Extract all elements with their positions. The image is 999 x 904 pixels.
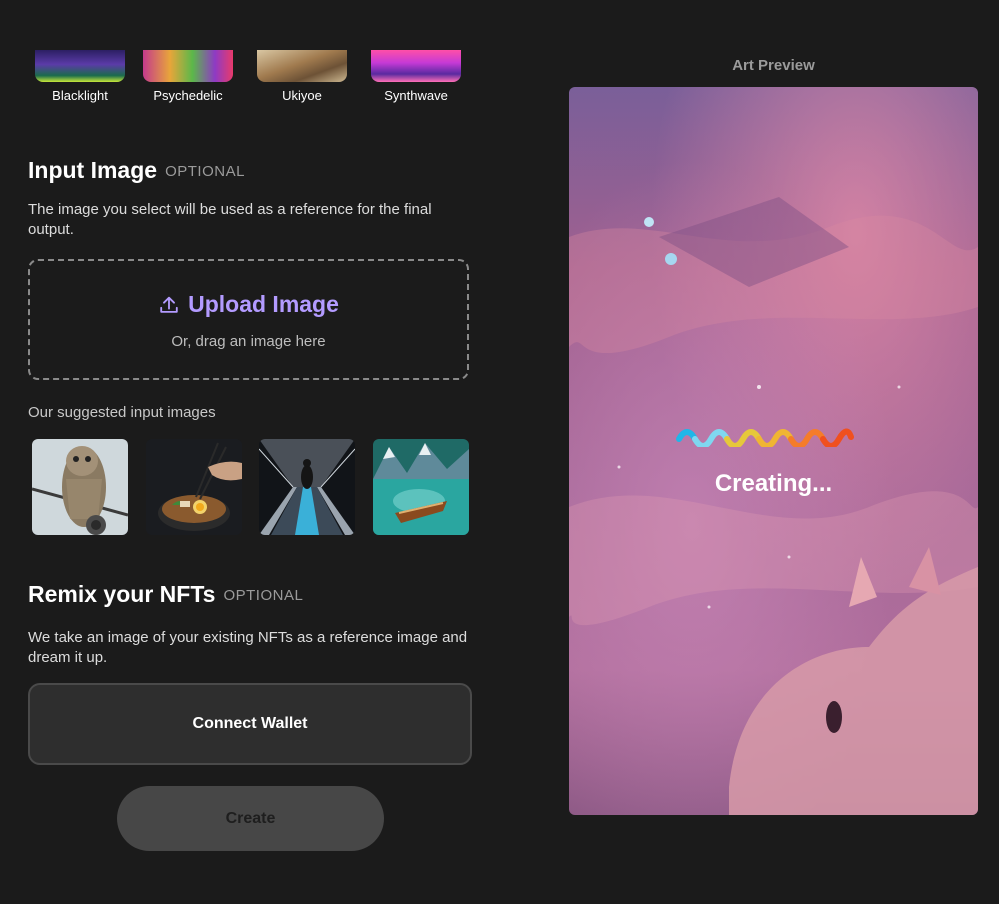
- style-option-psychedelic[interactable]: Psychedelic: [140, 50, 236, 103]
- input-image-heading: Input Image OPTIONAL: [28, 157, 245, 184]
- style-label: Ukiyoe: [282, 88, 322, 103]
- input-image-title: Input Image: [28, 157, 158, 183]
- suggested-image-owl[interactable]: [32, 439, 128, 535]
- style-option-blacklight[interactable]: Blacklight: [32, 50, 128, 103]
- input-image-description: The image you select will be used as a r…: [28, 201, 432, 238]
- suggested-image-boat[interactable]: [373, 439, 469, 535]
- art-preview-title: Art Preview: [732, 57, 815, 74]
- loading-wave-icon: [676, 428, 854, 447]
- loader-segment: [788, 429, 826, 447]
- loader-segment: [820, 428, 854, 447]
- remix-description: We take an image of your existing NFTs a…: [28, 629, 468, 666]
- loader-segment: [692, 429, 730, 447]
- drag-hint: Or, drag an image here: [171, 333, 326, 350]
- art-style-row: Blacklight Psychedelic Ukiyoe Synthwave: [34, 50, 474, 106]
- boat-image: [373, 439, 469, 535]
- upload-label: Upload Image: [188, 291, 339, 317]
- ramen-image: [146, 439, 242, 535]
- suggested-images-label: Our suggested input images: [28, 404, 216, 421]
- style-thumb-synthwave: [371, 50, 461, 82]
- loader-segment: [756, 429, 794, 447]
- optional-tag: OPTIONAL: [165, 163, 245, 180]
- creating-status: Creating...: [714, 470, 833, 497]
- connect-wallet-label: Connect Wallet: [192, 715, 308, 732]
- style-thumb-psychedelic: [143, 50, 233, 82]
- remix-title: Remix your NFTs: [28, 581, 216, 607]
- owl-image: [32, 439, 128, 535]
- loader-segment: [724, 429, 762, 447]
- create-button[interactable]: Create: [117, 786, 384, 851]
- upload-dropzone[interactable]: Upload Image Or, drag an image here: [28, 259, 469, 380]
- style-thumb-ukiyoe: [257, 50, 347, 82]
- upload-icon: [160, 296, 178, 313]
- art-preview-frame: Creating...: [569, 87, 978, 815]
- style-thumb-blacklight: [35, 50, 125, 82]
- style-option-ukiyoe[interactable]: Ukiyoe: [254, 50, 350, 103]
- preview-image: [569, 87, 978, 815]
- style-option-synthwave[interactable]: Synthwave: [368, 50, 464, 103]
- suggested-image-escalator[interactable]: [259, 439, 355, 535]
- style-label: Synthwave: [384, 88, 448, 103]
- remix-heading: Remix your NFTs OPTIONAL: [28, 581, 303, 608]
- connect-wallet-button[interactable]: Connect Wallet: [28, 683, 472, 765]
- optional-tag: OPTIONAL: [223, 587, 304, 604]
- escalator-image: [259, 439, 355, 535]
- style-label: Psychedelic: [153, 88, 223, 103]
- create-label: Create: [225, 809, 276, 827]
- upload-button[interactable]: Upload Image: [30, 291, 467, 318]
- style-label: Blacklight: [52, 88, 108, 103]
- suggested-image-ramen[interactable]: [146, 439, 242, 535]
